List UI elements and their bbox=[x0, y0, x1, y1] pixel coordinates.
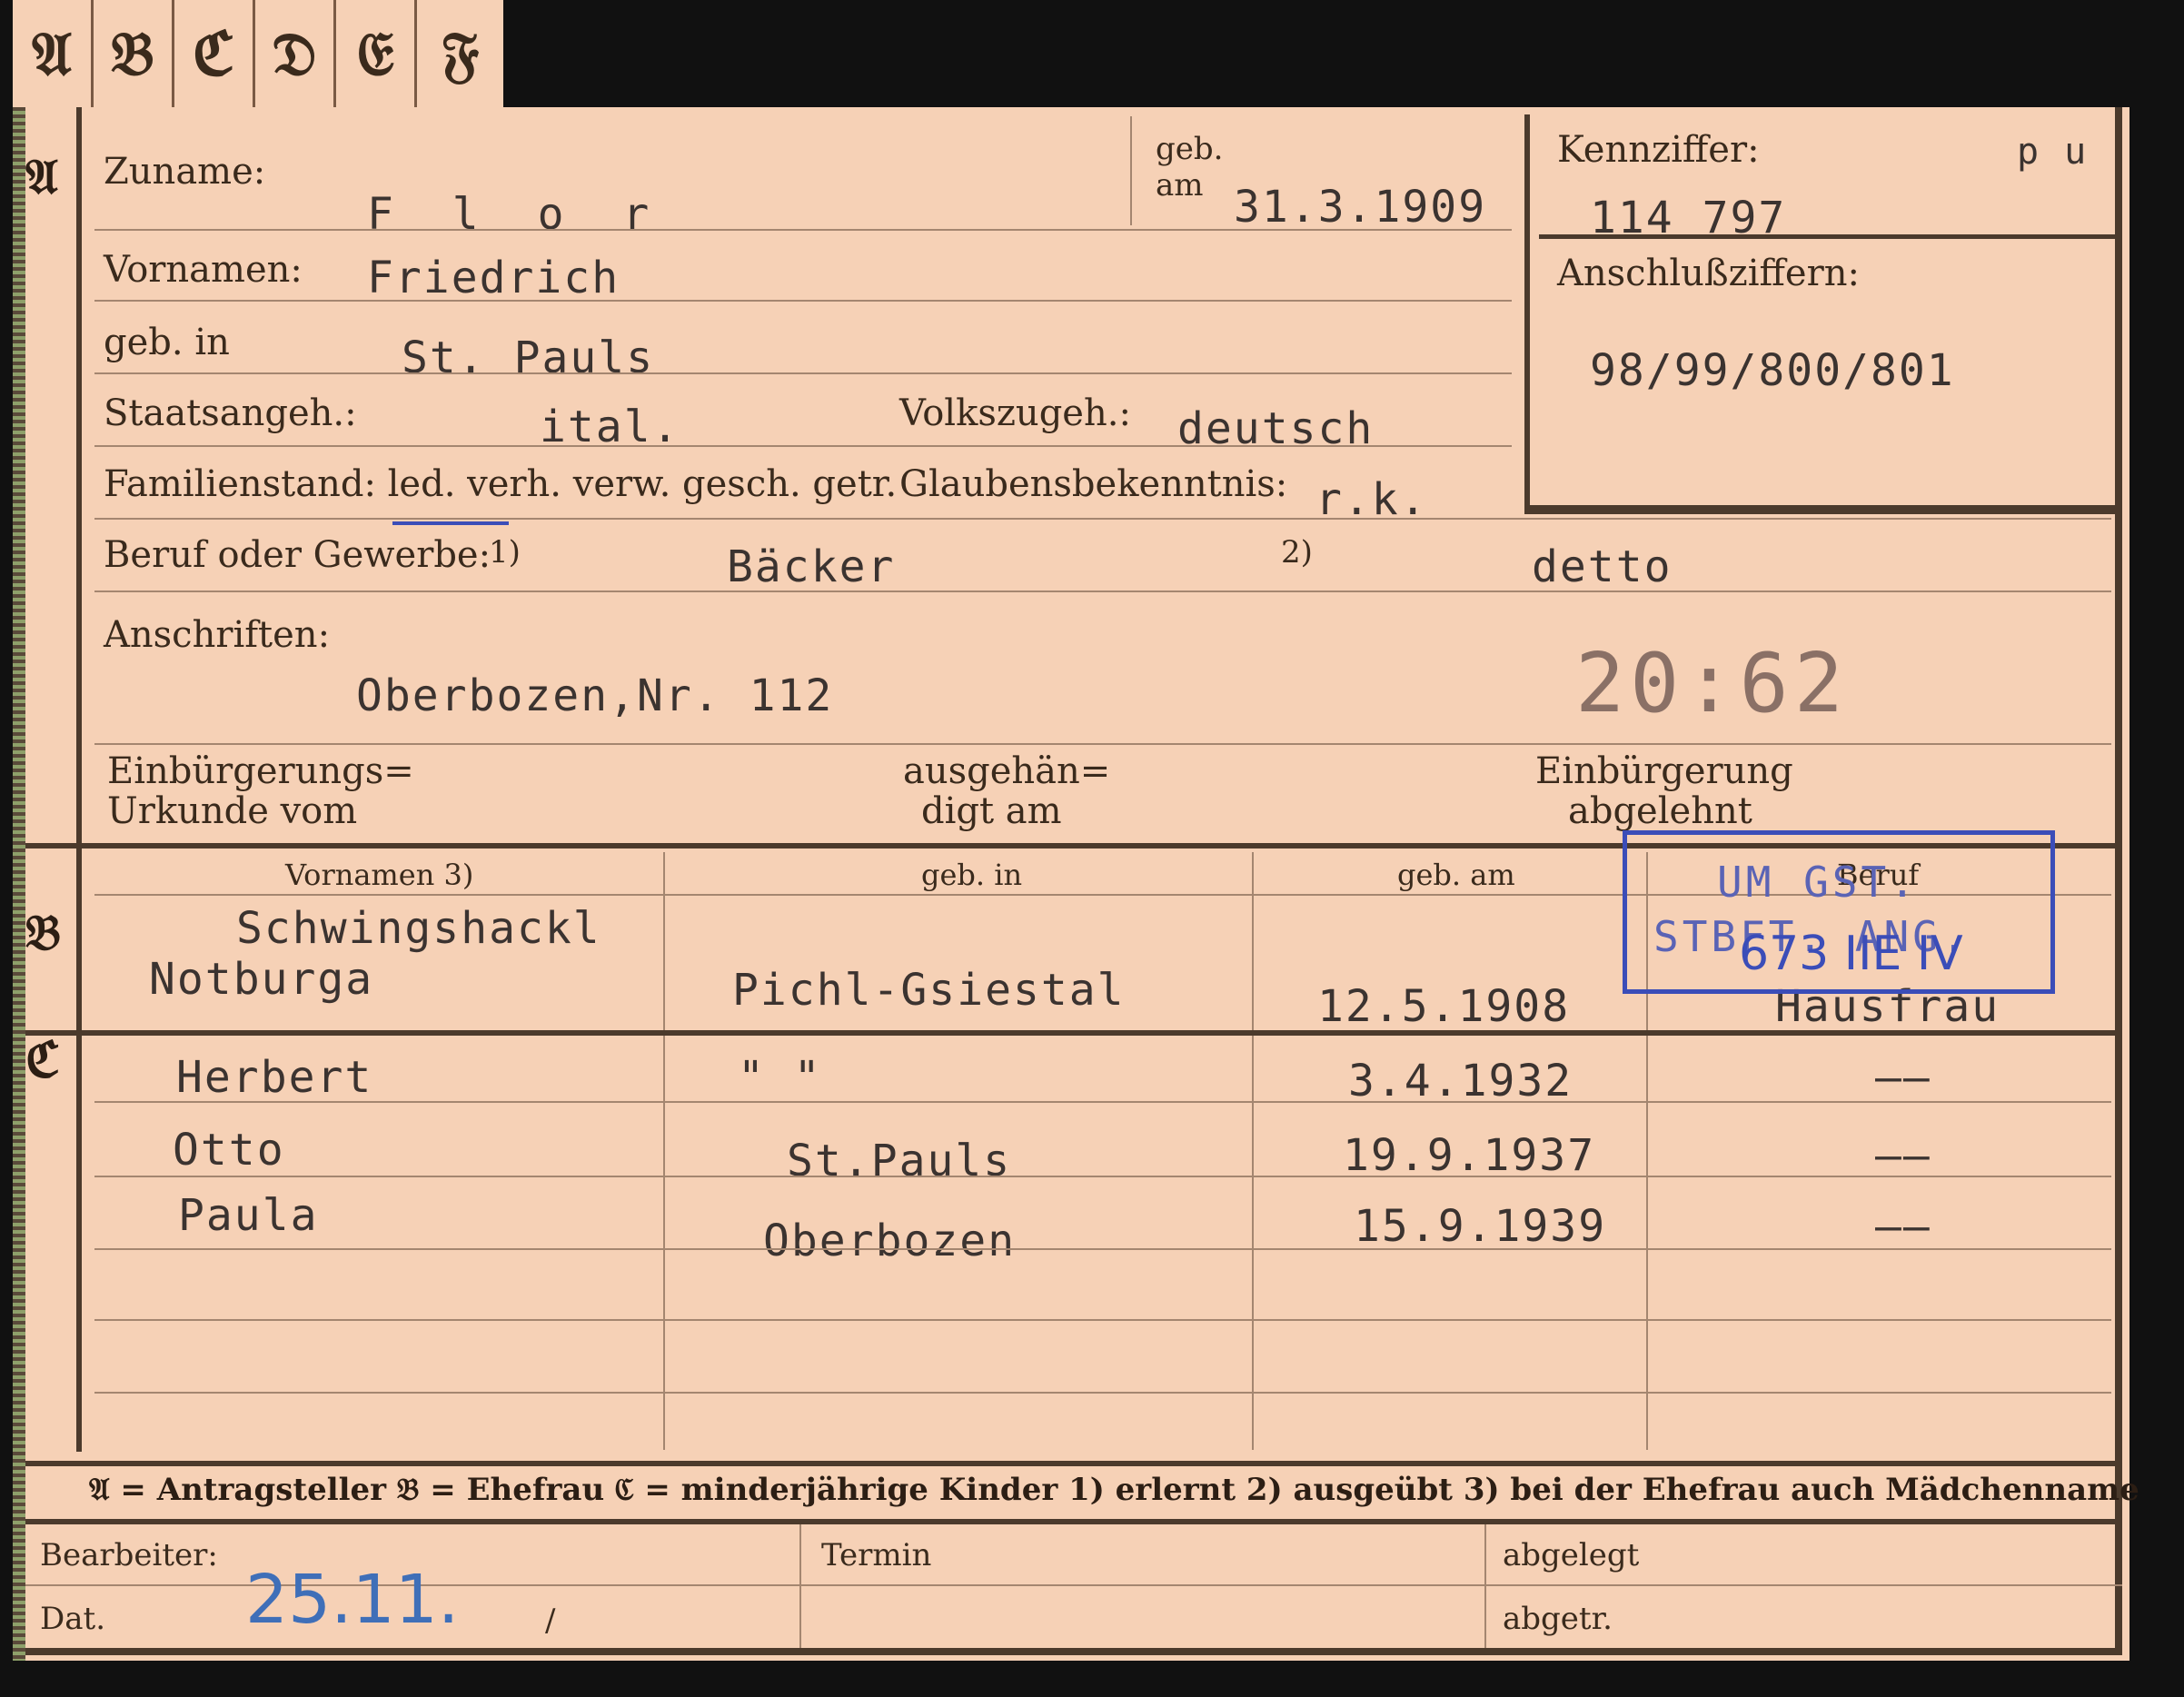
legend: 𝔄 = Antragsteller 𝔅 = Ehefrau ℭ = minder… bbox=[89, 1472, 2139, 1508]
wife-surname: Schwingshackl bbox=[236, 903, 601, 954]
child-3-name: Paula bbox=[178, 1190, 319, 1241]
tab-e[interactable]: 𝔈 bbox=[336, 0, 417, 107]
dob-label-1: geb. bbox=[1156, 131, 1224, 167]
date-slash: / bbox=[545, 1603, 556, 1639]
child-1-profession: —— bbox=[1875, 1052, 1931, 1103]
child-1-name: Herbert bbox=[176, 1052, 373, 1103]
ethnicity-label: Volkszugeh.: bbox=[899, 392, 1131, 434]
row-line-3 bbox=[94, 372, 1512, 374]
surname-value: F l o r bbox=[367, 189, 666, 240]
child-3-profession: —— bbox=[1875, 1201, 1931, 1252]
tab-b[interactable]: 𝔅 bbox=[94, 0, 174, 107]
handed-label-1: ausgehän= bbox=[903, 750, 1111, 792]
refused-label-1: Einbürgerung bbox=[1535, 750, 1793, 792]
footer-divider-2 bbox=[1484, 1524, 1486, 1648]
child-line-1 bbox=[94, 1101, 2111, 1103]
header-firstnames: Vornamen 3) bbox=[285, 858, 474, 892]
child-line-3 bbox=[94, 1248, 2111, 1250]
child-line-2 bbox=[94, 1176, 2111, 1177]
address-value: Oberbozen,Nr. 112 bbox=[356, 670, 834, 721]
col-divider-2 bbox=[1252, 852, 1254, 1450]
section-c-label: ℭ bbox=[25, 1030, 60, 1088]
id-label: Kennziffer: bbox=[1557, 129, 1760, 171]
row-line-2 bbox=[94, 300, 1512, 302]
tab-d[interactable]: 𝔇 bbox=[255, 0, 336, 107]
firstnames-label: Vornamen: bbox=[104, 249, 303, 291]
child-line-4 bbox=[94, 1319, 2111, 1321]
profession-1-value: Bäcker bbox=[727, 541, 896, 592]
id-underline bbox=[1539, 234, 2117, 239]
birthplace-value: St. Pauls bbox=[402, 332, 655, 383]
naturalization-label-1: Einbürgerungs= bbox=[107, 750, 414, 792]
id-box bbox=[1524, 114, 2120, 511]
connection-value: 98/99/800/801 bbox=[1590, 345, 1955, 396]
surname-label: Zuname: bbox=[104, 151, 266, 193]
deadline-label: Termin bbox=[821, 1537, 932, 1573]
child-line-5 bbox=[94, 1392, 2111, 1394]
child-1-birthplace: " " bbox=[738, 1052, 822, 1103]
id-box-bottom bbox=[1524, 507, 2120, 514]
refused-label-2: abgelehnt bbox=[1568, 790, 1752, 832]
row-line-4 bbox=[94, 445, 1512, 447]
dob-label-2: am bbox=[1156, 167, 1204, 203]
citizenship-label: Staatsangeh.: bbox=[104, 392, 357, 434]
profession-2-value: detto bbox=[1532, 541, 1673, 592]
section-a-label: 𝔄 bbox=[25, 147, 58, 205]
religion-label: Glaubensbekenntnis: bbox=[899, 463, 1288, 505]
wife-dob: 12.5.1908 bbox=[1317, 981, 1571, 1032]
filed-label: abgelegt bbox=[1503, 1537, 1640, 1573]
section-c-top bbox=[25, 1030, 2122, 1036]
child-1-dob: 3.4.1932 bbox=[1348, 1056, 1573, 1107]
row-line-5 bbox=[94, 518, 2111, 520]
stamp-line-1: UM GST. bbox=[1717, 858, 1919, 907]
profession-note-1: 1) bbox=[489, 534, 521, 571]
header-birthplace: geb. in bbox=[921, 858, 1023, 892]
marital-status-underline bbox=[392, 521, 509, 525]
stamp-number: 20:62 bbox=[1575, 636, 1849, 731]
header-dob: geb. am bbox=[1397, 858, 1515, 892]
profession-label: Beruf oder Gewerbe: bbox=[104, 534, 491, 576]
clerk-label: Bearbeiter: bbox=[40, 1537, 218, 1573]
connection-label: Anschlußziffern: bbox=[1557, 253, 1860, 294]
wife-birthplace: Pichl-Gsiestal bbox=[732, 965, 1126, 1016]
birthplace-label: geb. in bbox=[104, 322, 230, 363]
row-line-7 bbox=[94, 743, 2111, 745]
tab-c[interactable]: ℭ bbox=[174, 0, 255, 107]
shipped-label: abgetr. bbox=[1503, 1601, 1613, 1637]
child-2-dob: 19.9.1937 bbox=[1343, 1130, 1596, 1181]
id-mark: p u bbox=[2017, 131, 2089, 173]
date-value: 25.11. bbox=[245, 1561, 460, 1639]
tab-a[interactable]: 𝔄 bbox=[13, 0, 94, 107]
card-bottom bbox=[25, 1648, 2122, 1655]
row-line-1 bbox=[94, 229, 1512, 231]
tab-f[interactable]: 𝔉 bbox=[417, 0, 503, 107]
child-2-birthplace: St.Pauls bbox=[787, 1136, 1012, 1186]
address-label: Anschriften: bbox=[104, 614, 331, 656]
naturalization-label-2: Urkunde vom bbox=[107, 790, 358, 832]
marital-status-label: Familienstand: led. verh. verw. gesch. g… bbox=[104, 463, 898, 505]
tab-strip: 𝔄 𝔅 ℭ 𝔇 𝔈 𝔉 bbox=[13, 0, 503, 107]
row-line-6 bbox=[94, 590, 2111, 592]
wife-firstname: Notburga bbox=[149, 954, 374, 1005]
child-2-name: Otto bbox=[173, 1125, 285, 1176]
col-divider-1 bbox=[663, 852, 665, 1450]
card-left-edge bbox=[13, 107, 25, 1661]
dob-divider bbox=[1130, 116, 1132, 225]
child-3-dob: 15.9.1939 bbox=[1354, 1201, 1607, 1252]
handed-label-2: digt am bbox=[921, 790, 1062, 832]
child-2-profession: —— bbox=[1875, 1130, 1931, 1181]
legend-bottom bbox=[25, 1519, 2122, 1524]
firstnames-value: Friedrich bbox=[367, 253, 620, 303]
legend-top bbox=[25, 1461, 2122, 1466]
stamp-handwritten: 673 IIE IV bbox=[1739, 927, 1963, 981]
dob-value: 31.3.1909 bbox=[1234, 182, 1487, 233]
footer-divider-1 bbox=[799, 1524, 801, 1648]
card-right-edge bbox=[2115, 107, 2122, 1652]
section-b-label: 𝔅 bbox=[25, 903, 61, 961]
section-margin-line bbox=[76, 107, 82, 1452]
date-label: Dat. bbox=[40, 1601, 106, 1637]
profession-note-2: 2) bbox=[1281, 534, 1313, 571]
child-3-birthplace: Oberbozen bbox=[763, 1216, 1017, 1266]
